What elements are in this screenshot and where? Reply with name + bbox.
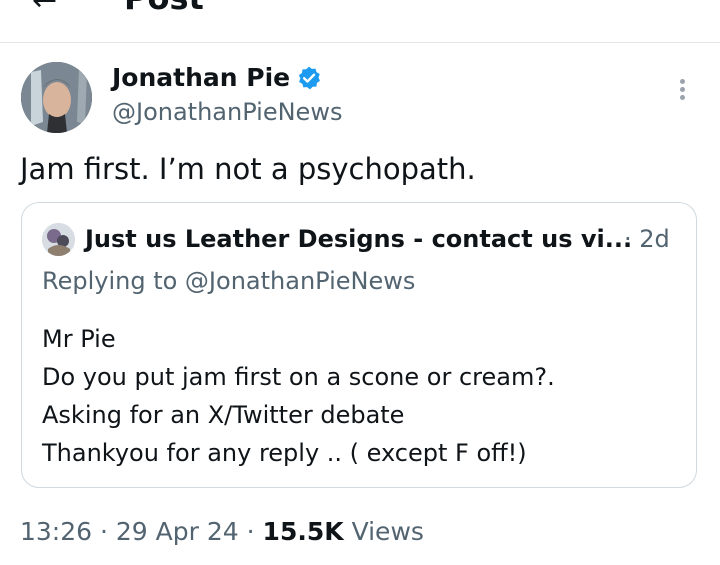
quote-replying-to: Replying to @JonathanPieNews xyxy=(42,267,416,295)
more-options-icon[interactable] xyxy=(672,76,692,106)
quote-avatar[interactable] xyxy=(42,223,75,256)
post-meta: 13:26 · 29 Apr 24 · 15.5K Views xyxy=(20,515,424,549)
author-name[interactable]: Jonathan Pie xyxy=(112,63,290,93)
post-time[interactable]: 13:26 xyxy=(20,517,92,546)
meta-separator: · xyxy=(100,517,108,546)
quote-time[interactable]: · 2d xyxy=(624,223,670,255)
views-label: Views xyxy=(351,517,424,546)
verified-badge-icon xyxy=(299,66,321,90)
quote-line: Mr Pie xyxy=(42,325,116,353)
back-arrow-icon[interactable]: ← xyxy=(32,0,57,16)
page-title: Post xyxy=(124,0,204,14)
quoted-post[interactable]: Just us Leather Designs - contact us vi.… xyxy=(21,202,697,488)
post-date[interactable]: 29 Apr 24 xyxy=(116,517,239,546)
quote-line: Thankyou for any reply .. ( except F off… xyxy=(42,439,527,467)
avatar-photo xyxy=(21,62,92,133)
views-count: 15.5K xyxy=(262,517,344,546)
quote-avatar-image xyxy=(42,223,75,256)
top-bar: ← Post xyxy=(0,0,720,43)
avatar[interactable] xyxy=(21,62,92,133)
quote-body: Mr Pie Do you put jam first on a scone o… xyxy=(42,320,555,472)
quote-line: Asking for an X/Twitter debate xyxy=(42,401,405,429)
author-handle[interactable]: @JonathanPieNews xyxy=(112,97,342,127)
quote-author-name[interactable]: Just us Leather Designs - contact us vi.… xyxy=(85,223,632,255)
meta-separator: · xyxy=(246,517,255,546)
quote-line: Do you put jam first on a scone or cream… xyxy=(42,363,555,391)
post-text: Jam first. I’m not a psychopath. xyxy=(20,152,476,186)
author-name-row[interactable]: Jonathan Pie xyxy=(112,63,322,93)
